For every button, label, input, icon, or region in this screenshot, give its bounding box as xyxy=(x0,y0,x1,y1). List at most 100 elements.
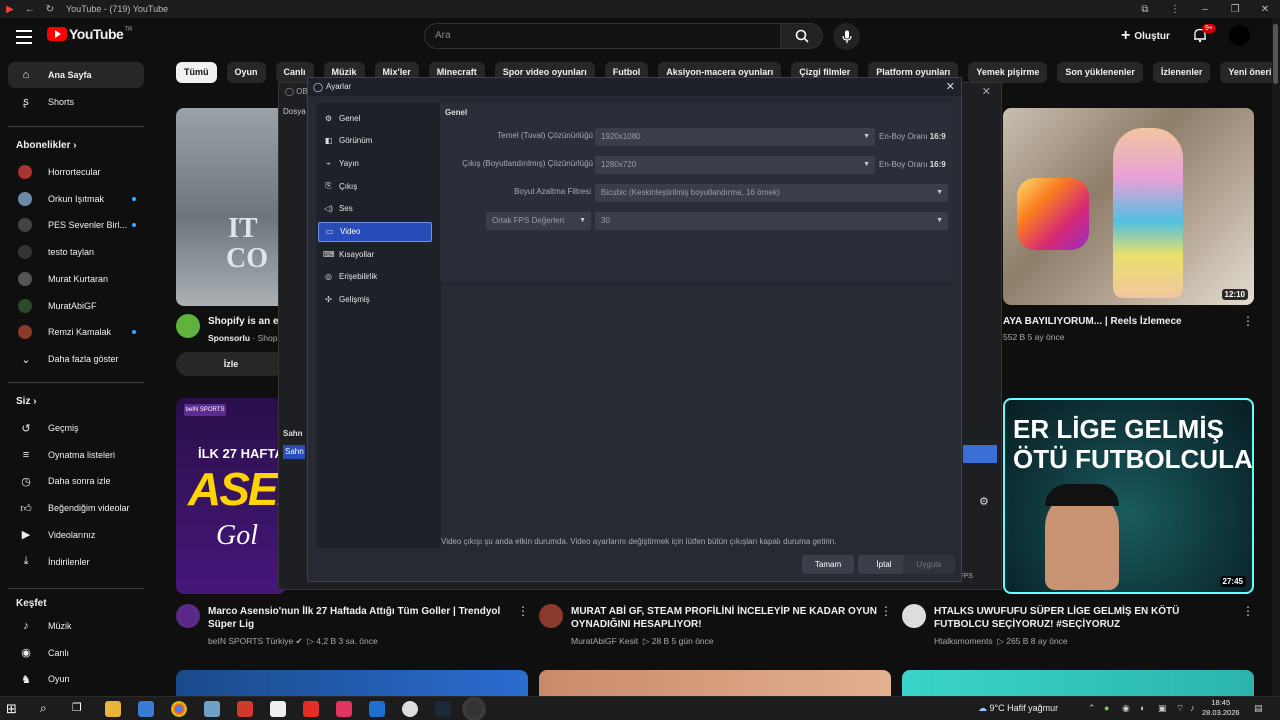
subscription-item[interactable]: Orkun Işıtmak xyxy=(8,186,144,212)
video-thumbnail-asensio[interactable]: beIN SPORTS İLK 27 HAFTA ASEN Gol xyxy=(176,398,286,594)
sidebar-item-watch-later[interactable]: ◷ Daha sonra izle xyxy=(8,468,144,494)
youtube-logo[interactable]: YouTube TR xyxy=(47,26,132,42)
sidebar-item-home[interactable]: ⌂ Ana Sayfa xyxy=(8,62,144,88)
video-thumbnail-ad[interactable]: IT CO xyxy=(176,108,286,306)
sidebar-item-liked[interactable]: 👍︎ Beğendiğim videolar xyxy=(8,495,144,521)
page-scrollbar[interactable] xyxy=(1272,18,1280,696)
fps-type-combo[interactable]: Ortak FPS Değerleri ▼ xyxy=(486,212,591,230)
more-options-icon[interactable]: ⋮ xyxy=(880,604,892,618)
settings-nav-video[interactable]: ▭ Video xyxy=(318,221,432,242)
video-thumbnail-reels[interactable]: 12:10 xyxy=(1003,108,1254,305)
channel-name[interactable]: MuratAbiGF Kesit ▷ 28 B 5 gün önce xyxy=(571,636,714,647)
fps-value-combo[interactable]: 30 ▼ xyxy=(595,212,948,230)
sidebar-item-gaming[interactable]: ♞ Oyun xyxy=(8,666,144,692)
windows-start-icon[interactable]: ⊞ xyxy=(6,701,22,717)
menu-icon[interactable]: ⋮ xyxy=(1160,4,1190,15)
video-title[interactable]: AYA BAYILIYORUM... | Reels İzlemece xyxy=(1003,315,1182,328)
show-more-button[interactable]: ⌄ Daha fazla göster xyxy=(8,346,144,372)
app-icon[interactable] xyxy=(369,701,385,717)
subscription-item[interactable]: Remzi Kamalak xyxy=(8,319,144,345)
subscription-item[interactable]: Murat Kurtaran xyxy=(8,266,144,292)
sidebar-item-music[interactable]: ♪ Müzik xyxy=(8,613,144,639)
channel-name[interactable]: beIN SPORTS Türkiye ✔ ▷ 4,2 B 3 sa. önce xyxy=(208,636,378,647)
channel-avatar[interactable] xyxy=(539,604,563,628)
tray-app-icon[interactable]: ▣ xyxy=(1158,703,1167,714)
settings-nav-audio[interactable]: ◁) Ses xyxy=(318,199,432,219)
chip-13[interactable]: İzlenenler xyxy=(1152,62,1211,83)
scrollbar-thumb[interactable] xyxy=(1273,24,1278,84)
youtube-app-icon[interactable] xyxy=(303,701,319,717)
notepad-icon[interactable] xyxy=(270,701,286,717)
sidebar-item-live[interactable]: ◉ Canlı xyxy=(8,640,144,666)
voice-search-button[interactable] xyxy=(833,23,860,50)
obs-menu-file[interactable]: Dosya xyxy=(283,107,306,116)
app-icon[interactable] xyxy=(204,701,220,717)
channel-avatar[interactable] xyxy=(176,604,200,628)
close-window-icon[interactable]: ✕ xyxy=(1250,4,1280,15)
channel-avatar[interactable] xyxy=(902,604,926,628)
more-options-icon[interactable]: ⋮ xyxy=(1242,314,1254,328)
obs-settings-icon[interactable]: ⚙ xyxy=(979,495,989,508)
video-title[interactable]: MURAT ABİ GF, STEAM PROFİLİNİ İNCELEYİP … xyxy=(571,605,881,631)
downscale-filter-combo[interactable]: Bicubic (Keskinleştirilmiş boyutlandırma… xyxy=(595,184,948,202)
output-resolution-combo[interactable]: 1280x720 ▼ xyxy=(595,156,875,174)
settings-nav-hotkeys[interactable]: ⌨ Kısayollar xyxy=(318,244,432,264)
chip-0[interactable]: Tümü xyxy=(176,62,217,83)
base-resolution-combo[interactable]: 1920x1080 ▼ xyxy=(595,128,875,146)
hamburger-icon[interactable] xyxy=(16,30,32,44)
subscription-item[interactable]: PES Sevenler Birl... xyxy=(8,212,144,238)
chip-12[interactable]: Son yüklenenler xyxy=(1057,62,1143,83)
watch-ad-button[interactable]: İzle xyxy=(176,352,286,376)
settings-nav-accessibility[interactable]: ◎ Erişebilirlik xyxy=(318,267,432,287)
more-options-icon[interactable]: ⋮ xyxy=(1242,604,1254,618)
more-options-icon[interactable]: ⋮ xyxy=(517,604,529,618)
tray-app-icon[interactable]: ◉ xyxy=(1122,703,1130,714)
file-explorer-icon[interactable] xyxy=(105,701,121,717)
channel-name[interactable]: Htalksmoments ▷ 265 B 8 ay önce xyxy=(934,636,1068,647)
video-thumbnail-htalks[interactable]: ER LİGE GELMİŞ ÖTÜ FUTBOLCULAR 27:45 xyxy=(1003,398,1254,594)
reload-icon[interactable]: ↻ xyxy=(40,4,60,15)
notification-center-icon[interactable]: ▤ xyxy=(1254,703,1263,714)
video-title[interactable]: Marco Asensio'nun İlk 27 Haftada Attığı … xyxy=(208,605,508,631)
dialog-close-icon[interactable]: ✕ xyxy=(946,78,955,96)
settings-nav-output[interactable]: ⎘ Çıkış xyxy=(318,176,432,196)
weather-widget[interactable]: ☁ 9°C Hafif yağmur xyxy=(978,703,1058,714)
subscription-item[interactable]: testo taylan xyxy=(8,239,144,265)
openai-icon[interactable] xyxy=(402,701,418,717)
restore-icon[interactable]: ❐ xyxy=(1220,4,1250,15)
shopify-avatar[interactable] xyxy=(176,314,200,338)
back-icon[interactable]: ← xyxy=(20,4,40,15)
subscription-item[interactable]: Horrortecular xyxy=(8,159,144,185)
sidebar-item-shorts[interactable]: ʂ Shorts xyxy=(8,89,144,115)
apply-button[interactable]: Uygula xyxy=(903,555,955,574)
you-header[interactable]: Siz › xyxy=(16,396,37,407)
search-button[interactable] xyxy=(781,23,823,49)
taskbar-search-icon[interactable]: ⌕ xyxy=(40,701,56,717)
sidebar-item-downloads[interactable]: ⤓ İndirilenler xyxy=(8,549,144,575)
extensions-icon[interactable]: ⧉ xyxy=(1130,4,1160,15)
wifi-icon[interactable]: ⌔ xyxy=(1176,703,1184,714)
obs-icon[interactable] xyxy=(466,701,482,717)
create-button[interactable]: + Oluştur xyxy=(1121,27,1170,45)
tray-overflow-icon[interactable]: ⌃ xyxy=(1088,703,1096,714)
subscriptions-header[interactable]: Abonelikler › xyxy=(16,140,77,151)
chip-11[interactable]: Yemek pişirme xyxy=(968,62,1048,83)
volume-icon[interactable]: ♪ xyxy=(1190,703,1195,713)
chrome-icon[interactable] xyxy=(171,701,187,717)
chip-1[interactable]: Oyun xyxy=(226,62,266,83)
settings-nav-gear[interactable]: ⚙ Genel xyxy=(318,108,432,128)
tray-app-icon[interactable]: ● xyxy=(1104,703,1109,713)
subscription-item[interactable]: MuratAbiGF xyxy=(8,293,144,319)
search-input[interactable]: Ara xyxy=(424,23,781,49)
minimize-icon[interactable]: – xyxy=(1190,4,1220,15)
avatar[interactable] xyxy=(1229,25,1250,46)
task-view-icon[interactable]: ❐ xyxy=(72,701,88,717)
settings-nav-stream[interactable]: ⌁ Yayın xyxy=(318,153,432,173)
sidebar-item-your-videos[interactable]: ▶ Videolarınız xyxy=(8,522,144,548)
system-clock[interactable]: 18:45 28.03.2026 xyxy=(1202,698,1240,718)
app-icon[interactable] xyxy=(336,701,352,717)
obs-scene-item[interactable]: Sahn xyxy=(283,445,305,459)
store-icon[interactable] xyxy=(138,701,154,717)
video-title[interactable]: HTALKS UWUFUFU SÜPER LİGE GELMİŞ EN KÖTÜ… xyxy=(934,605,1234,631)
sidebar-item-playlists[interactable]: ≡ Oynatma listeleri xyxy=(8,442,144,468)
